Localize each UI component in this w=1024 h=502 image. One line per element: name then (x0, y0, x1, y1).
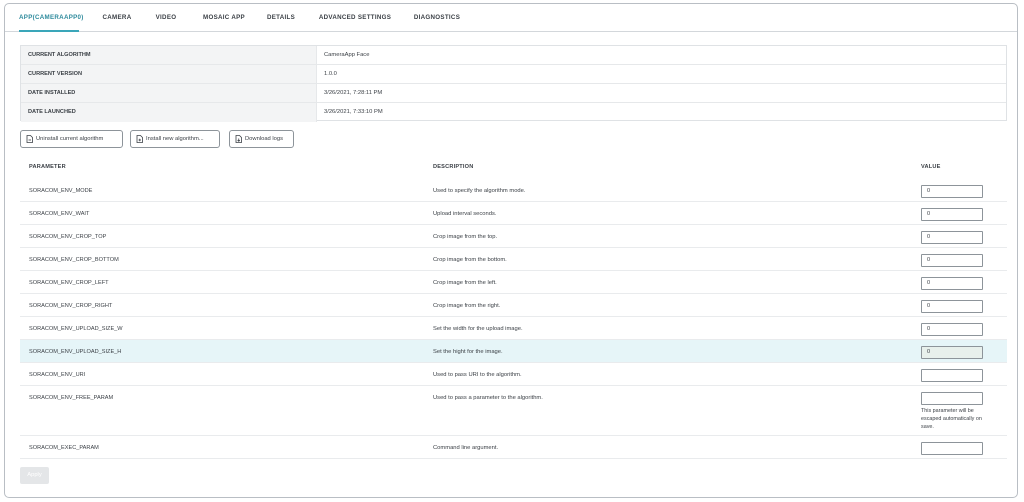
param-name: SORACOM_ENV_CROP_BOTTOM (29, 257, 119, 263)
param-name: SORACOM_ENV_UPLOAD_SIZE_H (29, 349, 122, 355)
tab-mosaic-app[interactable]: MOSAIC APP (201, 4, 247, 32)
button-label: Download logs (245, 136, 284, 142)
param-name: SORACOM_ENV_WAIT (29, 211, 90, 217)
param-name: SORACOM_ENV_CROP_RIGHT (29, 303, 113, 309)
param-value-input[interactable]: 0 (921, 346, 983, 359)
param-name: SORACOM_ENV_FREE_PARAM (29, 395, 114, 401)
param-name: SORACOM_ENV_MODE (29, 188, 93, 194)
table-row: SORACOM_ENV_CROP_TOP Crop image from the… (20, 225, 1007, 248)
info-row: DATE LAUNCHED 3/26/2021, 7:33:10 PM (21, 103, 1006, 122)
param-value-input[interactable] (921, 442, 983, 455)
file-icon (136, 135, 143, 143)
param-description: Crop image from the right. (433, 303, 501, 309)
tab-camera[interactable]: CAMERA (101, 4, 133, 32)
description-column-header: DESCRIPTION (433, 164, 474, 170)
info-value: 3/26/2021, 7:28:11 PM (324, 90, 383, 96)
install-algorithm-button[interactable]: Install new algorithm... (130, 130, 220, 148)
apply-button[interactable]: Apply (20, 467, 49, 484)
param-name: SORACOM_ENV_UPLOAD_SIZE_W (29, 326, 123, 332)
tab-app[interactable]: APP(CAMERAAPP0) (19, 4, 83, 32)
param-description: Crop image from the left. (433, 280, 497, 286)
param-description: Set the hight for the image. (433, 349, 503, 355)
info-value: 1.0.0 (324, 71, 337, 77)
table-row-highlighted: SORACOM_ENV_UPLOAD_SIZE_H Set the hight … (20, 340, 1007, 363)
tab-diagnostics[interactable]: DIAGNOSTICS (412, 4, 462, 32)
table-row: SORACOM_ENV_CROP_LEFT Crop image from th… (20, 271, 1007, 294)
info-label: DATE INSTALLED (21, 84, 317, 102)
info-label: DATE LAUNCHED (21, 103, 317, 122)
param-name: SORACOM_EXEC_PARAM (29, 445, 99, 451)
table-row: SORACOM_ENV_UPLOAD_SIZE_W Set the width … (20, 317, 1007, 340)
info-label: CURRENT ALGORITHM (21, 46, 317, 64)
algorithm-info-table: CURRENT ALGORITHM CameraApp Face CURRENT… (20, 45, 1007, 122)
tab-bar: APP(CAMERAAPP0) CAMERA VIDEO MOSAIC APP … (5, 4, 1017, 32)
table-row: SORACOM_ENV_URI Used to pass URI to the … (20, 363, 1007, 386)
param-name: SORACOM_ENV_CROP_TOP (29, 234, 107, 240)
param-name: SORACOM_ENV_URI (29, 372, 86, 378)
table-row: SORACOM_ENV_MODE Used to specify the alg… (20, 179, 1007, 202)
file-icon (26, 135, 33, 143)
info-row: CURRENT VERSION 1.0.0 (21, 65, 1006, 84)
param-name: SORACOM_ENV_CROP_LEFT (29, 280, 109, 286)
param-value-input[interactable]: 0 (921, 300, 983, 313)
value-column-header: VALUE (921, 164, 941, 170)
param-description: Set the width for the upload image. (433, 326, 523, 332)
param-help-text: This parameter will be escaped automatic… (921, 408, 982, 430)
tab-video[interactable]: VIDEO (153, 4, 179, 32)
parameter-column-header: PARAMETER (29, 164, 66, 170)
param-value-input[interactable]: 0 (921, 277, 983, 290)
param-description: Crop image from the bottom. (433, 257, 507, 263)
param-description: Used to pass URI to the algorithm. (433, 372, 522, 378)
info-value: CameraApp Face (324, 52, 370, 58)
file-icon (235, 135, 242, 143)
param-value-input[interactable] (921, 369, 983, 382)
download-logs-button[interactable]: Download logs (229, 130, 294, 148)
device-settings-panel: APP(CAMERAAPP0) CAMERA VIDEO MOSAIC APP … (4, 3, 1018, 498)
param-description: Upload interval seconds. (433, 211, 497, 217)
param-value-input[interactable]: 0 (921, 231, 983, 244)
table-row: SORACOM_ENV_WAIT Upload interval seconds… (20, 202, 1007, 225)
param-description: Used to pass a parameter to the algorith… (433, 395, 543, 401)
button-label: Install new algorithm... (146, 136, 204, 142)
param-value-input[interactable]: 0 (921, 185, 983, 198)
tab-details[interactable]: DETAILS (265, 4, 297, 32)
param-value-input[interactable]: 0 (921, 323, 983, 336)
info-row: DATE INSTALLED 3/26/2021, 7:28:11 PM (21, 84, 1006, 103)
param-description: Used to specify the algorithm mode. (433, 188, 526, 194)
tab-advanced-settings[interactable]: ADVANCED SETTINGS (318, 4, 392, 32)
param-value-input[interactable] (921, 392, 983, 405)
table-row: SORACOM_ENV_CROP_BOTTOM Crop image from … (20, 248, 1007, 271)
param-value-input[interactable]: 0 (921, 254, 983, 267)
table-row: SORACOM_ENV_FREE_PARAM Used to pass a pa… (20, 386, 1007, 436)
info-label: CURRENT VERSION (21, 65, 317, 83)
button-label: Uninstall current algorithm (36, 136, 104, 142)
table-row: SORACOM_EXEC_PARAM Command line argument… (20, 436, 1007, 459)
param-description: Command line argument. (433, 445, 499, 451)
table-row: SORACOM_ENV_CROP_RIGHT Crop image from t… (20, 294, 1007, 317)
info-value: 3/26/2021, 7:33:10 PM (324, 109, 383, 115)
param-description: Crop image from the top. (433, 234, 498, 240)
info-row: CURRENT ALGORITHM CameraApp Face (21, 46, 1006, 65)
uninstall-algorithm-button[interactable]: Uninstall current algorithm (20, 130, 123, 148)
param-value-input[interactable]: 0 (921, 208, 983, 221)
